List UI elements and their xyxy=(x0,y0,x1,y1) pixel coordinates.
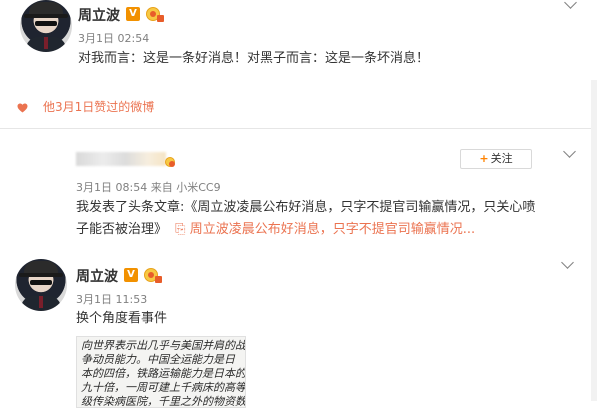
chevron-down-icon[interactable] xyxy=(563,145,576,158)
avatar-hat-brim xyxy=(19,273,63,277)
post-source: 小米CC9 xyxy=(176,181,221,194)
avatar-hat-brim xyxy=(24,14,68,18)
plus-icon: + xyxy=(479,152,489,165)
post-time-value[interactable]: 3月1日 08:54 xyxy=(76,181,147,194)
scrollbar-track[interactable] xyxy=(591,80,597,401)
follow-label: 关注 xyxy=(490,152,513,165)
username[interactable]: 周立波 xyxy=(76,266,118,286)
avatar[interactable] xyxy=(15,259,67,311)
image-text-line: 级传染病医院，千里之外的物资数 xyxy=(81,395,246,408)
like-notice[interactable]: 他3月1日赞过的微博 xyxy=(43,98,154,115)
image-text-line: 九十倍，一周可建上千病床的高等 xyxy=(81,381,246,394)
username[interactable]: 周立波 xyxy=(78,5,120,25)
post-image[interactable]: 向世界表示出几乎与美国并肩的战 争动员能力。中国全运能力是日 本的四倍，铁路运输… xyxy=(76,336,246,408)
post-text: 换个角度看事件 xyxy=(76,311,168,326)
blurred-username xyxy=(76,152,166,166)
source-prefix: 来自 xyxy=(150,181,173,194)
article-link[interactable]: 周立波凌晨公布好消息，只字不提官司输赢情况... xyxy=(190,222,475,237)
image-text-line: 向世界表示出几乎与美国并肩的战 xyxy=(81,339,246,352)
avatar[interactable] xyxy=(20,0,72,52)
avatar-tie xyxy=(39,296,43,308)
post-text: 对我而言：这是一条好消息！对黑子而言：这是一条坏消息！ xyxy=(78,51,430,66)
avatar-tie xyxy=(44,37,48,49)
heart-icon xyxy=(17,103,28,113)
article-link-icon: ⎘ xyxy=(175,222,186,237)
post-text: 我发表了头条文章:《周立波凌晨公布好消息，只字不提官司输赢情况，只关心喷 子能否… xyxy=(76,197,581,241)
avatar-glasses xyxy=(30,280,52,285)
verified-v-icon: V xyxy=(126,7,140,21)
level-badge-icon xyxy=(165,157,175,167)
post-time[interactable]: 3月1日 02:54 xyxy=(78,30,149,46)
chevron-down-icon[interactable] xyxy=(564,0,577,9)
post-time[interactable]: 3月1日 11:53 xyxy=(76,291,147,307)
level-badge-mark-icon xyxy=(155,276,162,283)
post-text-line-2: 子能否被治理》 ⎘ 周立波凌晨公布好消息，只字不提官司输赢情况... xyxy=(76,219,581,241)
level-badge-mark-icon xyxy=(157,15,164,22)
post-time: 3月1日 08:54 来自 小米CC9 xyxy=(76,179,221,195)
follow-button[interactable]: + 关注 xyxy=(460,149,532,169)
post-text-line-1: 我发表了头条文章:《周立波凌晨公布好消息，只字不提官司输赢情况，只关心喷 xyxy=(76,200,536,215)
avatar-glasses xyxy=(35,21,57,26)
divider xyxy=(0,128,597,129)
chevron-down-icon[interactable] xyxy=(561,256,574,269)
post-text-line-2-prefix: 子能否被治理》 xyxy=(76,222,168,237)
image-text-line: 本的四倍，铁路运输能力是日本的 xyxy=(81,367,246,380)
verified-v-icon: V xyxy=(124,268,138,282)
image-text-line: 争动员能力。中国全运能力是日 xyxy=(81,353,235,366)
